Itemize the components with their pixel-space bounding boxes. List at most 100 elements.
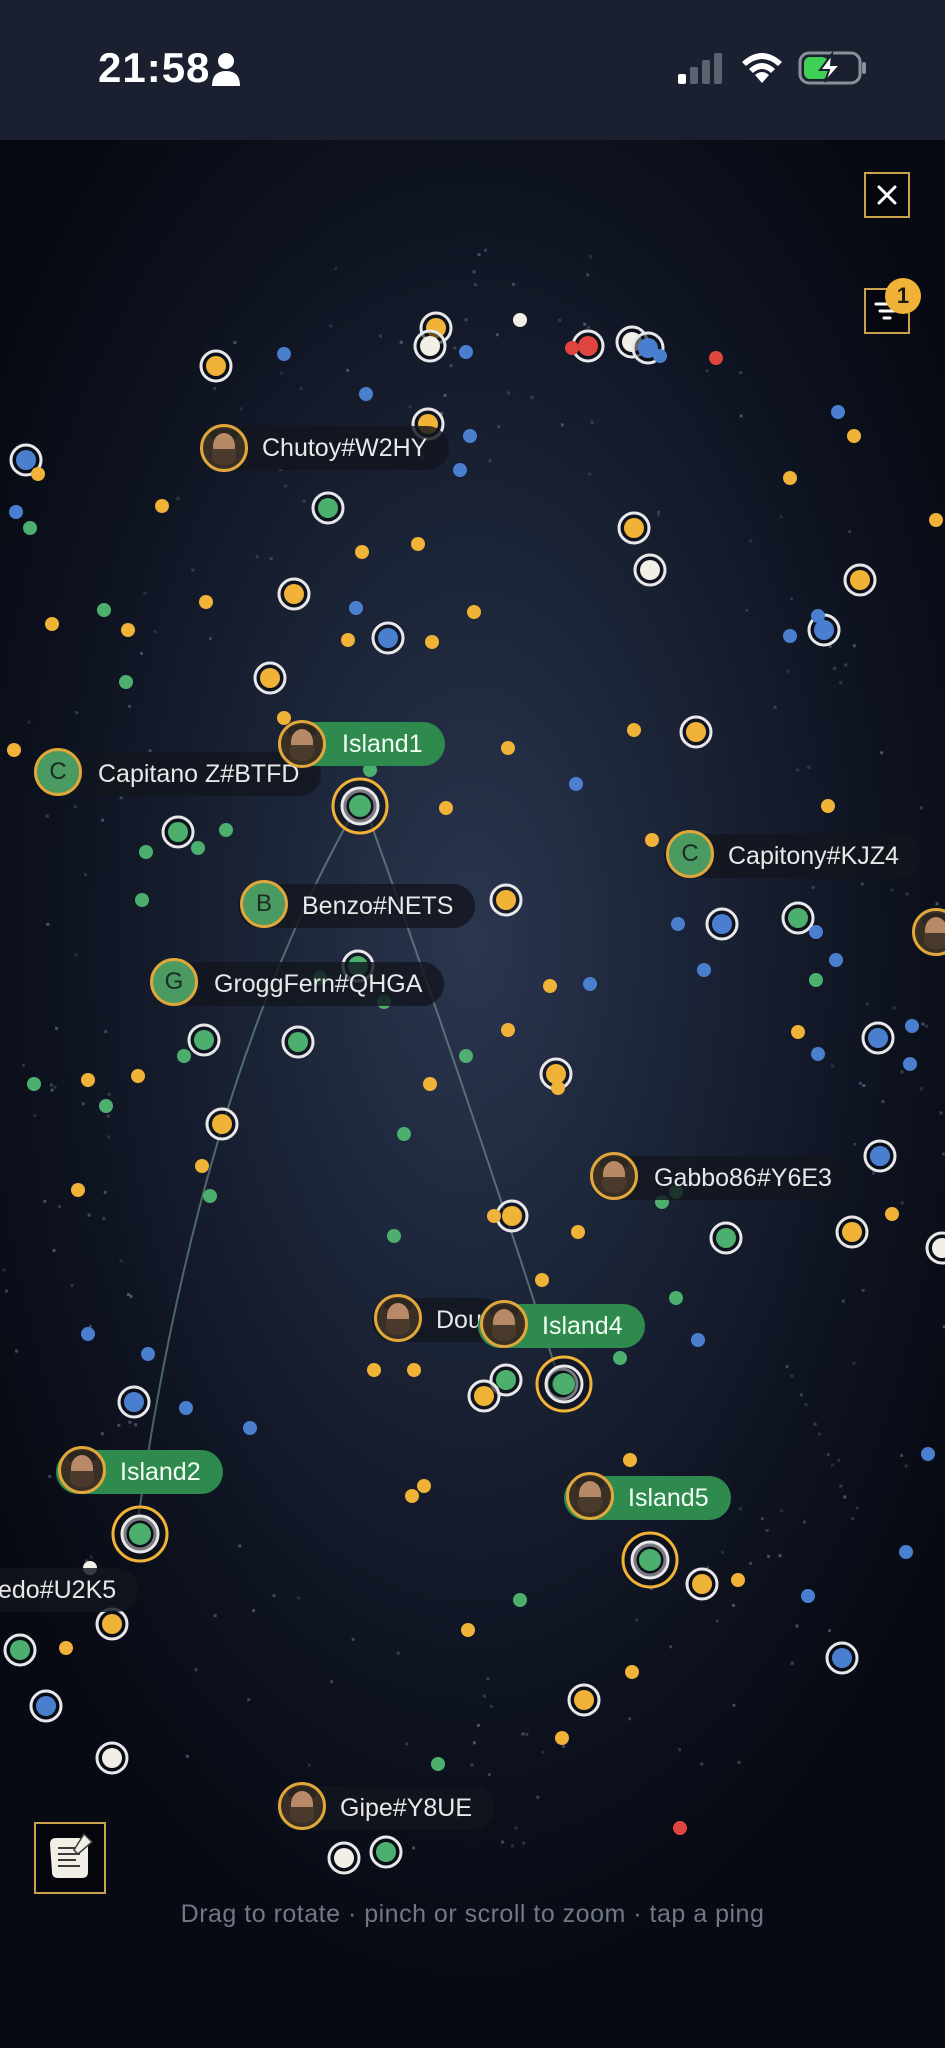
ping-dot[interactable]: [417, 1479, 431, 1493]
ping-dots[interactable]: [3, 311, 945, 1875]
player-avatar[interactable]: C: [34, 748, 82, 796]
ping-dot[interactable]: [431, 1757, 445, 1771]
ping-dot[interactable]: [791, 1025, 805, 1039]
ping-dot[interactable]: [653, 349, 667, 363]
ping-dot[interactable]: [397, 1127, 411, 1141]
ping-dot[interactable]: [496, 890, 516, 910]
ping-dot[interactable]: [425, 635, 439, 649]
ping-dot[interactable]: [669, 1291, 683, 1305]
ping-dot[interactable]: [640, 560, 660, 580]
ping-dot[interactable]: [459, 345, 473, 359]
close-button[interactable]: [864, 172, 910, 218]
player-avatar[interactable]: [278, 1782, 326, 1830]
ping-dot[interactable]: [870, 1146, 890, 1166]
ping-dot[interactable]: [288, 1032, 308, 1052]
ping-dot[interactable]: [627, 723, 641, 737]
ping-dot[interactable]: [99, 1099, 113, 1113]
ping-dot[interactable]: [367, 1363, 381, 1377]
ping-dot[interactable]: [712, 914, 732, 934]
ping-dot[interactable]: [731, 1573, 745, 1587]
ping-dot[interactable]: [502, 1206, 522, 1226]
ping-dot[interactable]: [842, 1222, 862, 1242]
ping-dot[interactable]: [809, 925, 823, 939]
ping-dot[interactable]: [574, 1690, 594, 1710]
ping-dot[interactable]: [929, 513, 943, 527]
ping-dot[interactable]: [243, 1421, 257, 1435]
ping-dot[interactable]: [59, 1641, 73, 1655]
ping-dot[interactable]: [31, 467, 45, 481]
ping-dot[interactable]: [501, 741, 515, 755]
ping-dot[interactable]: [459, 1049, 473, 1063]
ping-dot[interactable]: [686, 722, 706, 742]
ping-dot[interactable]: [624, 518, 644, 538]
ping-dot[interactable]: [623, 1453, 637, 1467]
ping-dot[interactable]: [318, 498, 338, 518]
log-button[interactable]: [34, 1822, 106, 1894]
ping-dot[interactable]: [847, 429, 861, 443]
ping-dot[interactable]: [809, 973, 823, 987]
ping-dot[interactable]: [27, 1077, 41, 1091]
ping-dot[interactable]: [709, 351, 723, 365]
ping-dot[interactable]: [691, 1333, 705, 1347]
ping-dot[interactable]: [179, 1401, 193, 1415]
ping-dot[interactable]: [788, 908, 808, 928]
ping-dot[interactable]: [783, 471, 797, 485]
ping-dot[interactable]: [376, 1842, 396, 1862]
ping-dot[interactable]: [36, 1696, 56, 1716]
ping-dot[interactable]: [23, 521, 37, 535]
ping-dot[interactable]: [10, 1640, 30, 1660]
island-avatar[interactable]: [480, 1300, 528, 1348]
ping-dot[interactable]: [9, 505, 23, 519]
ping-dot[interactable]: [496, 1370, 516, 1390]
player-avatar[interactable]: [590, 1152, 638, 1200]
ping-dot[interactable]: [783, 629, 797, 643]
player-avatar[interactable]: C: [666, 830, 714, 878]
ping-dot[interactable]: [355, 545, 369, 559]
ping-dot[interactable]: [513, 313, 527, 327]
player-avatar[interactable]: [200, 424, 248, 472]
ping-dot[interactable]: [119, 675, 133, 689]
ping-dot[interactable]: [453, 463, 467, 477]
ping-dot[interactable]: [546, 1064, 566, 1084]
globe-canvas[interactable]: [0, 140, 945, 2048]
ping-dot[interactable]: [439, 801, 453, 815]
ping-dot[interactable]: [501, 1023, 515, 1037]
ping-dot[interactable]: [671, 917, 685, 931]
ping-dot[interactable]: [71, 1183, 85, 1197]
ping-dot[interactable]: [212, 1114, 232, 1134]
ping-dot[interactable]: [411, 537, 425, 551]
ping-dot[interactable]: [801, 1589, 815, 1603]
ping-dot[interactable]: [811, 609, 825, 623]
ping-dot[interactable]: [177, 1049, 191, 1063]
ping-dot[interactable]: [461, 1623, 475, 1637]
ping-dot[interactable]: [569, 777, 583, 791]
island-avatar[interactable]: [58, 1446, 106, 1494]
ping-dot[interactable]: [673, 1821, 687, 1835]
ping-dot[interactable]: [535, 1273, 549, 1287]
ping-dot[interactable]: [155, 499, 169, 513]
ping-dot[interactable]: [555, 1731, 569, 1745]
ping-dot[interactable]: [487, 1209, 501, 1223]
ping-dot[interactable]: [277, 347, 291, 361]
ping-dot[interactable]: [645, 833, 659, 847]
ping-dot[interactable]: [814, 620, 834, 640]
ping-dot[interactable]: [463, 429, 477, 443]
ping-dot[interactable]: [334, 1848, 354, 1868]
ping-dot[interactable]: [467, 605, 481, 619]
ping-dot[interactable]: [284, 584, 304, 604]
ping-dot[interactable]: [578, 336, 598, 356]
ping-dot[interactable]: [474, 1386, 494, 1406]
ping-dot[interactable]: [341, 633, 355, 647]
ping-dot[interactable]: [168, 822, 188, 842]
ping-dot[interactable]: [921, 1447, 935, 1461]
ping-dot[interactable]: [832, 1648, 852, 1668]
ping-dot[interactable]: [206, 356, 226, 376]
ping-dot[interactable]: [571, 1225, 585, 1239]
ping-dot[interactable]: [692, 1574, 712, 1594]
ping-dot[interactable]: [102, 1748, 122, 1768]
ping-dot[interactable]: [219, 823, 233, 837]
ping-dot[interactable]: [716, 1228, 736, 1248]
ping-dot[interactable]: [543, 979, 557, 993]
ping-dot[interactable]: [191, 841, 205, 855]
globe-map[interactable]: Chutoy#W2HY Capitano Z#BTFD C Island1 Be…: [0, 140, 945, 2048]
